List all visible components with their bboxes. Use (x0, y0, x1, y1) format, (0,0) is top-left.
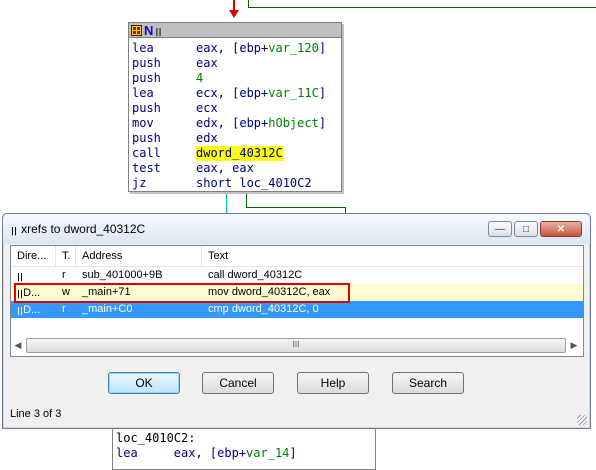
operand-variable: var_11C (268, 86, 319, 100)
row-address: _main+C0 (82, 303, 133, 315)
status-text: Line 3 of 3 (10, 408, 62, 420)
xrefs-dialog: ꞁꞁ xrefs to dword_40312C — □ ✕ Dire... T… (2, 213, 591, 429)
cancel-button[interactable]: Cancel (202, 372, 274, 394)
code-label: loc_4010C2: (116, 431, 196, 445)
code-line[interactable]: jz short loc_4010C2 (132, 176, 341, 191)
mnemonic: test (132, 161, 161, 175)
code-line[interactable]: lea eax, [ebp+ var_120] (132, 41, 341, 56)
scroll-left-icon[interactable]: ◀ (10, 340, 26, 351)
resize-grip-icon[interactable] (577, 415, 587, 425)
row-direction: ꞁꞁ (11, 267, 56, 284)
mnemonic: mov (132, 116, 154, 130)
row-type: r (62, 303, 66, 315)
maximize-button[interactable]: □ (514, 221, 538, 237)
code-block[interactable]: N ꞁꞁ lea eax, [ebp+ var_120] push eax push 4 le… (128, 22, 342, 192)
mnemonic: jz (132, 176, 147, 190)
code-line[interactable]: test eax, eax (132, 161, 341, 176)
column-header-type[interactable]: T. (56, 246, 76, 266)
window-buttons: — □ ✕ (488, 221, 582, 237)
graph-edge-green-right (246, 207, 346, 208)
code-block-titlebar[interactable]: N ꞁꞁ (129, 23, 341, 38)
operand: eax, eax (196, 161, 254, 175)
code-line[interactable]: push eax (132, 56, 341, 71)
graph-edge-red-arrow (229, 10, 239, 18)
operand-variable: var_120 (268, 41, 319, 55)
scroll-right-icon[interactable]: ▶ (566, 340, 582, 351)
row-direction: ꞁꞁD... (17, 303, 41, 316)
column-header-text[interactable]: Text (202, 246, 583, 266)
list-header: Dire... T. Address Text (11, 246, 583, 267)
operand: eax, [ebp+ (196, 41, 269, 55)
graph-edge-green-h (248, 7, 596, 8)
graph-edge-green-down (246, 192, 247, 208)
code-line[interactable]: call dword_40312C (132, 146, 341, 161)
mnemonic: push (132, 101, 161, 115)
code-line[interactable]: push 4 (132, 71, 341, 86)
dialog-title: xrefs to dword_40312C (21, 222, 146, 236)
code-line[interactable]: mov edx, [ebp+ hObject] (132, 116, 341, 131)
mnemonic: push (132, 71, 161, 85)
row-address: sub_401000+9B (82, 269, 163, 281)
operand-variable: hObject (268, 116, 319, 130)
graph-edge-cyan (226, 192, 227, 214)
highlight-annotation-box (14, 283, 350, 303)
help-button[interactable]: Help (297, 372, 369, 394)
code-line[interactable]: push ecx (132, 101, 341, 116)
rename-icon[interactable]: N (144, 24, 153, 37)
operand-variable: 4 (196, 71, 204, 85)
xref-icon[interactable]: ꞁꞁ (155, 25, 161, 36)
operand: eax (196, 56, 218, 70)
highlighted-operand[interactable]: dword_40312C (196, 146, 283, 161)
operand: ecx, [ebp+ (196, 86, 269, 100)
code-line-partial: lea eax, [ebp+ var_14] (116, 446, 297, 460)
search-button[interactable]: Search (392, 372, 464, 394)
code-lines-lower: loc_4010C2: lea eax, [ebp+ var_14] (113, 429, 375, 461)
mnemonic: call (132, 146, 161, 160)
mnemonic: push (132, 56, 161, 70)
row-type: r (62, 269, 66, 281)
ok-button[interactable]: OK (108, 372, 180, 394)
row-text: call dword_40312C (208, 269, 303, 281)
operand: edx (196, 131, 218, 145)
operand-suffix: ] (318, 86, 327, 100)
operand-suffix: ] (318, 116, 327, 130)
operand: ecx (196, 101, 218, 115)
mnemonic: lea (132, 86, 154, 100)
code-lines: lea eax, [ebp+ var_120] push eax push 4 lea ecx,… (129, 38, 341, 191)
up-arrow-icon: ꞁꞁ (17, 269, 24, 282)
mnemonic: lea (132, 41, 154, 55)
operand: edx, [ebp+ (196, 116, 269, 130)
table-row[interactable]: ꞁꞁ r sub_401000+9B call dword_40312C (11, 267, 583, 284)
close-button[interactable]: ✕ (540, 221, 582, 237)
minimize-button[interactable]: — (488, 221, 512, 237)
scroll-thumb[interactable]: III (26, 338, 566, 353)
operand: short loc_4010C2 (196, 176, 312, 190)
mnemonic: push (132, 131, 161, 145)
row-text: cmp dword_40312C, 0 (208, 303, 319, 315)
xref-icon: ꞁꞁ (11, 222, 18, 236)
code-line[interactable]: lea ecx, [ebp+ var_11C] (132, 86, 341, 101)
code-line[interactable]: push edx (132, 131, 341, 146)
column-header-address[interactable]: Address (76, 246, 202, 266)
horizontal-scrollbar[interactable]: ◀ III ▶ (10, 337, 582, 354)
table-row-selected[interactable]: ꞁꞁD... r _main+C0 cmp dword_40312C, 0 (11, 301, 583, 318)
color-grid-icon[interactable] (131, 24, 142, 36)
operand-suffix: ] (318, 41, 327, 55)
column-header-direction[interactable]: Dire... (11, 246, 56, 266)
code-block-lower[interactable]: loc_4010C2: lea eax, [ebp+ var_14] (112, 428, 376, 470)
